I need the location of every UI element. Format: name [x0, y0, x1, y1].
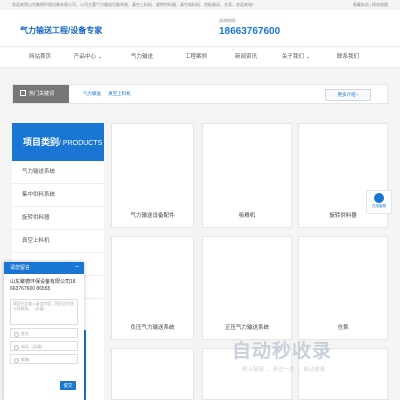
product-card[interactable]: 气力输送设备配件	[111, 123, 194, 228]
category-item[interactable]: 集中供料系统	[12, 184, 104, 207]
category-header: 项目类别/ PRODUCTS	[12, 123, 104, 161]
name-input[interactable]: 姓名	[10, 328, 78, 338]
online-service-button[interactable]: 在线客服	[366, 190, 392, 214]
mail-icon	[14, 358, 19, 363]
product-card[interactable]: 正压气力输送系统	[202, 236, 292, 340]
hot-keywords-list: 气力输送 真空上料机	[83, 85, 137, 103]
category-title: 项目类别/ PRODUCTS	[23, 137, 103, 147]
minimize-icon[interactable]: −	[75, 262, 79, 274]
company-info: 山东聚德环保设备有限公司18663767600 86555	[10, 279, 76, 292]
product-name: 吸粮机	[238, 213, 256, 219]
product-card[interactable]: 仓泵	[298, 236, 388, 340]
hot-keywords-label: 热门关键词	[13, 85, 69, 103]
welcome-notice: 欢迎来到山东聚德环保设备有限公司，公司主要气力输送设备系统、真空上料机、旋转供料…	[12, 2, 256, 7]
watermark-main: 自动秒收录	[232, 341, 333, 362]
user-icon	[14, 332, 19, 337]
nav-pneumatic[interactable]: 气力输送	[122, 47, 162, 67]
product-name: 负压气力输送系统	[130, 325, 175, 331]
category-item[interactable]: 气力输送系统	[12, 161, 104, 184]
keyword-link[interactable]: 真空上料机	[108, 91, 131, 96]
site-header: 气力输送工程/设备专家 咨询热线： 18663767600	[0, 10, 400, 46]
product-name: 气力输送设备配件	[130, 213, 175, 219]
nav-news[interactable]: 新闻资讯	[226, 47, 266, 67]
hotline: 咨询热线： 18663767600	[219, 18, 280, 37]
category-item[interactable]: 真空上料机	[12, 230, 104, 253]
category-item[interactable]: 旋转供料器	[12, 207, 104, 230]
online-service-label: 在线客服	[372, 204, 386, 208]
hotline-label: 咨询热线：	[219, 18, 239, 23]
product-card[interactable]: 负压气力输送系统	[111, 236, 194, 340]
message-panel-title: 请您留言	[10, 265, 31, 271]
keyword-icon	[20, 90, 26, 96]
watermark-sub: 做上链接 → 来访一次 → 自动收录	[242, 367, 326, 373]
phone-input[interactable]: 电话（必填）	[10, 341, 78, 351]
nav-cases[interactable]: 工程案例	[176, 47, 216, 67]
top-links[interactable]: 收藏本站 | 网站地图	[353, 0, 388, 10]
nav-products[interactable]: 产品中心 ⌄	[68, 47, 108, 67]
avatar-icon	[374, 193, 384, 203]
hot-keywords-bar: 热门关键词 气力输送 真空上料机 更多介绍 ›	[12, 84, 388, 104]
hotline-number: 18663767600	[219, 26, 281, 37]
nav-home[interactable]: 网站首页	[20, 47, 60, 67]
submit-button[interactable]: 提交	[60, 381, 76, 390]
product-card[interactable]	[111, 348, 194, 400]
watermark: 自动秒收录 做上链接 → 来访一次 → 自动收录	[232, 336, 332, 373]
message-panel-header: 请您留言 −	[4, 262, 84, 274]
nav-contact[interactable]: 联系我们	[328, 47, 368, 67]
site-logo[interactable]: 气力输送工程/设备专家	[20, 25, 102, 36]
product-name: 正压气力输送系统	[224, 325, 269, 331]
message-panel: 请您留言 − 山东聚德环保设备有限公司18663767600 86555 请您在…	[4, 262, 84, 400]
hot-keywords-text: 热门关键词	[29, 91, 55, 97]
more-button[interactable]: 更多介绍 ›	[325, 89, 371, 101]
email-input[interactable]: 邮箱	[10, 354, 78, 364]
nav-about[interactable]: 关于我们 ⌄	[276, 47, 316, 67]
main-nav: 网站首页 产品中心 ⌄ 气力输送 工程案例 新闻资讯 关于我们 ⌄ 联系我们	[0, 46, 400, 68]
keyword-link[interactable]: 气力输送	[83, 91, 101, 96]
product-card[interactable]: 吸粮机	[202, 123, 292, 228]
phone-icon	[14, 345, 19, 350]
product-name: 仓泵	[337, 325, 349, 331]
message-textarea[interactable]: 请您在此输入留言内容，我们会尽快与您联系。（必填）	[10, 299, 78, 325]
